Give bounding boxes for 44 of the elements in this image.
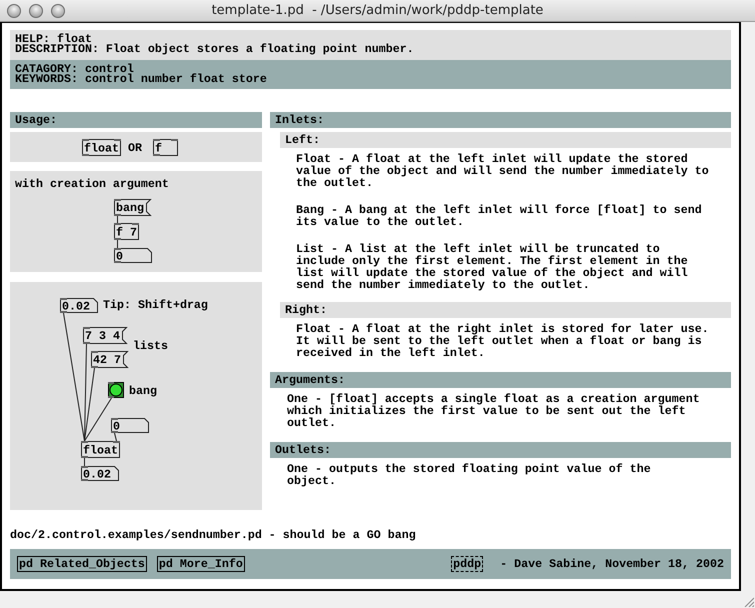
section-header: Outlets: <box>270 442 731 458</box>
description-text: One - outputs the stored floating point value of the object. <box>287 463 652 487</box>
section-header: Inlets: <box>270 112 731 128</box>
zoom-button[interactable] <box>51 4 65 18</box>
author-credit: - Dave Sabine, November 18, 2002 <box>500 557 724 571</box>
minimize-button[interactable] <box>29 4 43 18</box>
description-text: DESCRIPTION: Float object stores a floating point number. <box>15 44 414 54</box>
close-button[interactable] <box>7 4 21 18</box>
subpatch-object-box[interactable]: pd Related_Objects <box>17 556 147 572</box>
number-box[interactable]: 0 <box>114 248 152 264</box>
note-text: doc/2.control.examples/sendnumber.pd - should be a GO bang <box>10 529 416 541</box>
subsection-header: Right: <box>280 302 731 318</box>
message-box[interactable]: 42 7 <box>91 351 129 368</box>
object-box: f 7 <box>114 223 139 240</box>
category-text: CATAGORY: control <box>15 64 134 74</box>
number-box[interactable]: 0 <box>111 418 149 434</box>
section-header: Usage: <box>10 112 262 128</box>
comment-text: bang <box>129 384 157 398</box>
description-text: One - [float] accepts a single float as a creation argument which initializes the first value to be sent out the left outlet. <box>287 393 701 429</box>
subsection-header: Left: <box>280 132 731 148</box>
patch-cord <box>114 432 117 442</box>
comment-text: lists <box>133 339 168 353</box>
keywords-text: KEYWORDS: control number float store <box>15 74 267 84</box>
description-text: List - A list at the left inlet will be truncated to include only the first element. The first element in the list will update the stored value of the object and will send the number immediately to the outlet. <box>296 243 689 291</box>
comment-text: OR <box>128 141 142 155</box>
comment-text: with creation argument <box>15 177 169 191</box>
number-box[interactable]: 0.02 <box>81 466 119 482</box>
comment-text: Tip: Shift+drag <box>103 298 208 312</box>
description-text: Float - A float at the left inlet will update the stored value of the object and will send the number immediately to the outlet. <box>296 153 710 189</box>
window-title: template-1.pd - /Users/admin/work/pddp-template <box>212 3 544 18</box>
object-box: float <box>82 139 121 156</box>
help-title: HELP: float <box>15 34 92 44</box>
broken-object-box: pddp <box>451 556 484 572</box>
resize-handle[interactable] <box>744 597 754 607</box>
section-header: Arguments: <box>270 372 731 388</box>
object-box: f <box>153 139 178 156</box>
object-box: float <box>81 441 120 458</box>
description-text: Float - A float at the right inlet is stored for later use. It will be sent to the left outlet when a float or bang is received in the left inlet. <box>296 323 710 359</box>
message-box[interactable]: bang <box>114 199 152 216</box>
bang-button[interactable] <box>108 382 124 398</box>
number-box[interactable]: 0.02 <box>60 298 98 314</box>
description-text: Bang - A bang at the left inlet will force [float] to send its value to the outlet. <box>296 204 703 228</box>
subpatch-object-box[interactable]: pd More_Info <box>156 556 245 572</box>
message-box[interactable]: 7 3 4 <box>83 327 128 344</box>
